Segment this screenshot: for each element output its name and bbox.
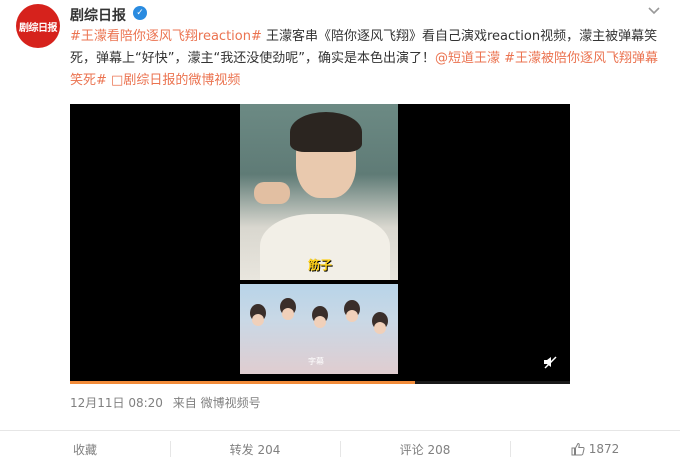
comment-label: 评论 208 [399,442,451,457]
like-icon [571,442,585,456]
weibo-post-card: 剧综日报 剧综日报 ✓ #王濛看陪你逐风飞翔reaction# 王濛客串《陪你逐… [0,0,680,467]
video-player[interactable]: 筋子 字幕 [70,104,570,384]
video-progress-fill [70,381,415,384]
video-frame-bottom: 字幕 [240,284,398,374]
repost-button[interactable]: 转发 204 [170,431,340,467]
repost-label: 转发 204 [229,442,281,457]
favorite-label: 收藏 [72,442,97,457]
avatar[interactable]: 剧综日报 [16,4,60,48]
crowd-face [314,316,326,328]
like-button[interactable]: 1872 [510,431,680,467]
topic-link[interactable]: #王濛看陪你逐风飞翔reaction# [70,29,262,44]
hand-shape [254,182,290,204]
crowd-face [346,310,358,322]
post-source: 来自 微博视频号 [172,396,261,410]
crowd-face [252,314,264,326]
video-caption-top: 筋子 [308,258,333,272]
action-bar: 收藏 转发 204 评论 208 1872 [0,431,680,467]
verified-icon: ✓ [133,6,147,20]
video-progress-bar[interactable] [70,381,570,384]
post-text: #王濛看陪你逐风飞翔reaction# 王濛客串《陪你逐风飞翔》看自己演戏rea… [70,26,670,92]
video-caption-bottom: 字幕 [308,357,324,366]
post-meta: 12月11日 08:20 来自 微博视频号 [70,394,267,411]
avatar-label: 剧综日报 [19,22,58,34]
video-link[interactable]: □剧综日报的微博视频 [111,73,240,88]
crowd-face [282,308,294,320]
like-count: 1872 [588,442,620,456]
mute-icon[interactable] [542,354,558,370]
favorite-button[interactable]: 收藏 [0,431,170,467]
comment-button[interactable]: 评论 208 [340,431,510,467]
video-frame-top: 筋子 [240,104,398,280]
mention-link[interactable]: @短道王濛 [435,51,500,66]
post-date[interactable]: 12月11日 08:20 [70,396,163,410]
hair-shape [290,112,362,152]
chevron-down-icon[interactable] [646,4,662,18]
username[interactable]: 剧综日报 [70,5,126,25]
crowd-face [374,322,386,334]
